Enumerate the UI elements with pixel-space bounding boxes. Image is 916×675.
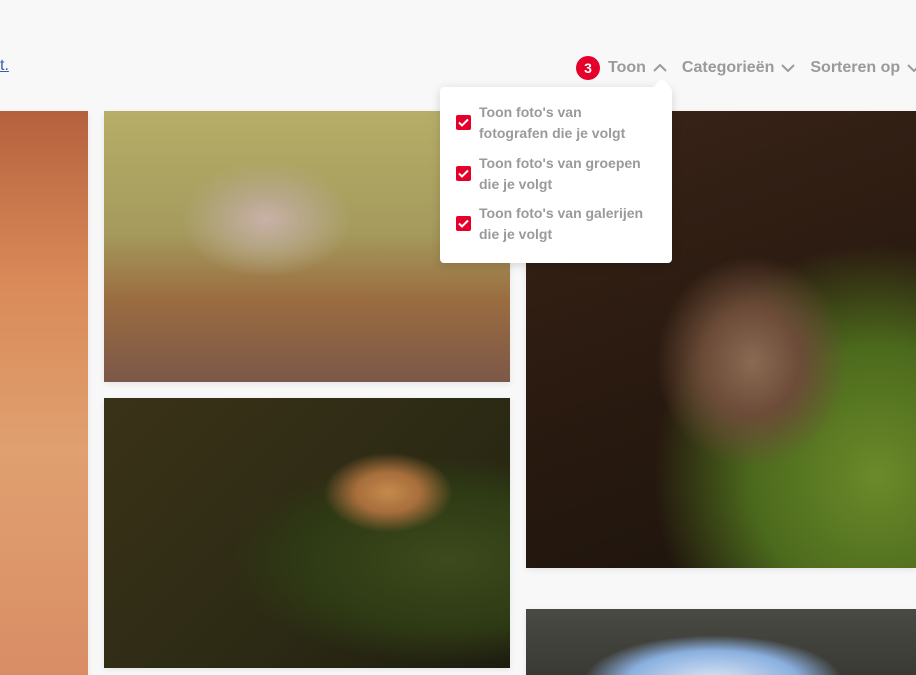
photo-bracket-fungus-moss[interactable] [104,398,510,668]
photo-painted-stone[interactable] [526,609,916,675]
sort-button[interactable]: Sorteren op [810,59,916,77]
check-icon [458,169,469,178]
option-groups[interactable]: Toon foto's van groepen die je volgt [456,153,649,195]
checkbox-checked[interactable] [456,115,471,130]
checkbox-checked[interactable] [456,216,471,231]
check-icon [458,219,469,228]
show-filter-button[interactable]: Toon [608,59,668,77]
option-galleries[interactable]: Toon foto's van galerijen die je volgt [456,203,649,245]
photo-orange-abstract[interactable] [0,111,88,675]
chevron-up-icon [653,63,667,72]
option-label: Toon foto's van groepen die je volgt [479,155,641,192]
option-photographers[interactable]: Toon foto's van fotografen die je volgt [456,102,649,144]
categories-label: Categorieën [681,59,775,76]
filter-count-badge: 3 [576,56,600,80]
check-icon [458,118,469,127]
sort-label: Sorteren op [810,59,901,76]
option-label: Toon foto's van fotografen die je volgt [479,104,626,141]
chevron-down-icon [907,64,916,73]
show-filter-dropdown: Toon foto's van fotografen die je volgt … [440,87,672,263]
checkbox-checked[interactable] [456,166,471,181]
option-label: Toon foto's van galerijen die je volgt [479,205,644,242]
categories-button[interactable]: Categorieën [682,59,796,77]
show-filter-label: Toon [608,59,646,76]
chevron-down-icon [781,64,796,73]
filter-toolbar: 3 Toon Categorieën Sorteren op [576,56,916,80]
truncated-link[interactable]: t. [0,57,9,75]
